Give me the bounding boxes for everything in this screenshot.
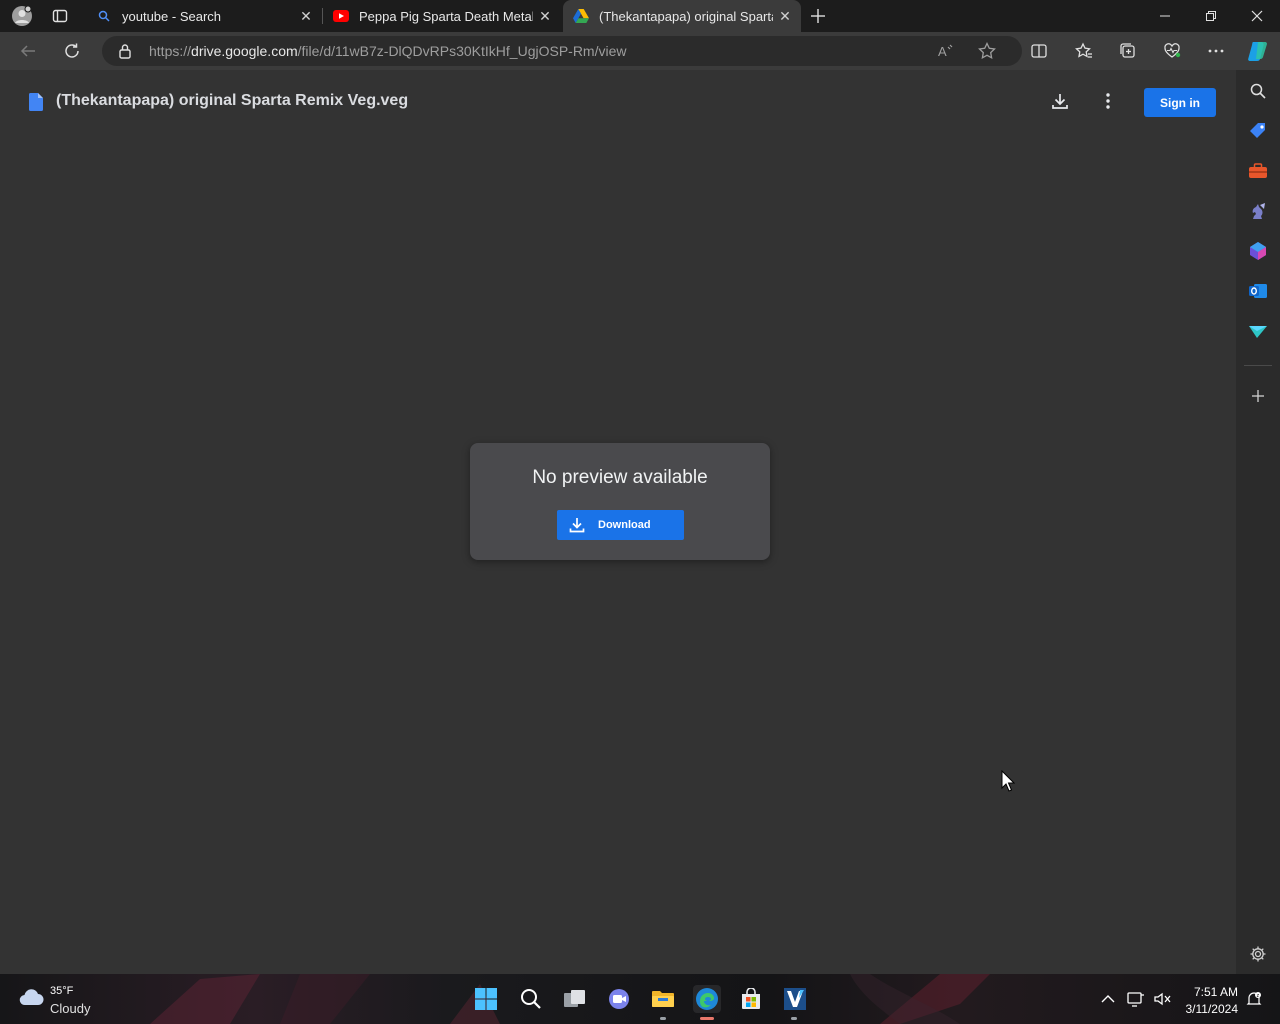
drive-viewer-page: (Thekantapapa) original Sparta Remix Veg… bbox=[0, 70, 1236, 974]
games-chess-icon[interactable] bbox=[1248, 201, 1268, 221]
youtube-icon bbox=[333, 8, 349, 24]
notification-bell-icon[interactable]: z bbox=[1244, 989, 1264, 1009]
url-scheme: https:// bbox=[149, 43, 192, 59]
no-preview-message: No preview available bbox=[532, 467, 708, 488]
running-indicator bbox=[791, 1017, 797, 1020]
mouse-cursor-icon bbox=[1001, 769, 1016, 797]
running-indicator bbox=[660, 1017, 666, 1020]
browser-toolbar: https://drive.google.com/file/d/11wB7z-D… bbox=[0, 32, 1280, 70]
windows-taskbar: 35°F Cloudy 7:51 AM 3/11/2024 z bbox=[0, 974, 1280, 1024]
tab-drive-file[interactable]: (Thekantapapa) original Sparta R ✕ bbox=[563, 0, 801, 32]
windows-start-icon[interactable] bbox=[472, 985, 500, 1013]
browser-title-bar: youtube - Search ✕ Peppa Pig Sparta Deat… bbox=[0, 0, 1280, 32]
file-explorer-icon[interactable] bbox=[649, 985, 677, 1013]
more-options-icon[interactable] bbox=[1202, 37, 1230, 65]
active-app-indicator bbox=[700, 1017, 714, 1020]
drop-send-icon[interactable] bbox=[1248, 321, 1268, 341]
download-icon bbox=[569, 517, 585, 533]
tab-title: Peppa Pig Sparta Death Metal Re bbox=[359, 8, 533, 24]
profile-avatar-icon[interactable] bbox=[10, 4, 34, 28]
weather-cloud-icon[interactable] bbox=[18, 988, 44, 1011]
url-host: drive.google.com bbox=[191, 43, 298, 59]
search-icon[interactable] bbox=[1248, 81, 1268, 101]
vegas-pro-icon[interactable] bbox=[781, 985, 809, 1013]
edge-sidebar bbox=[1236, 70, 1280, 974]
tab-actions-icon[interactable] bbox=[48, 4, 72, 28]
taskbar-search-icon[interactable] bbox=[517, 985, 545, 1013]
search-icon bbox=[96, 8, 112, 24]
volume-muted-icon[interactable] bbox=[1152, 989, 1172, 1009]
task-view-icon[interactable] bbox=[561, 985, 589, 1013]
close-tab-icon[interactable]: ✕ bbox=[533, 4, 557, 28]
more-actions-icon[interactable] bbox=[1096, 89, 1120, 113]
svg-text:A: A bbox=[938, 44, 947, 59]
sidebar-divider bbox=[1244, 365, 1272, 366]
no-preview-card: No preview available Download bbox=[470, 443, 770, 560]
read-aloud-icon[interactable]: A bbox=[937, 42, 955, 63]
outlook-icon[interactable] bbox=[1248, 281, 1268, 301]
copilot-icon[interactable] bbox=[1244, 37, 1272, 65]
url-path: /file/d/11wB7z-DlQDvRPs30KtIkHf_UgjOSP-R… bbox=[297, 43, 627, 59]
url-text[interactable]: https://drive.google.com/file/d/11wB7z-D… bbox=[149, 43, 627, 59]
microsoft-365-icon[interactable] bbox=[1248, 241, 1268, 261]
restore-window-icon[interactable] bbox=[1188, 0, 1234, 32]
tab-title: youtube - Search bbox=[122, 8, 222, 24]
show-hidden-icons-chevron-icon[interactable] bbox=[1098, 989, 1118, 1009]
file-icon bbox=[29, 93, 43, 116]
tab-peppa-pig[interactable]: Peppa Pig Sparta Death Metal Re ✕ bbox=[323, 0, 561, 32]
file-title: (Thekantapapa) original Sparta Remix Veg… bbox=[56, 92, 409, 109]
taskbar-clock-date[interactable]: 3/11/2024 bbox=[1180, 1002, 1239, 1016]
split-screen-icon[interactable] bbox=[1025, 37, 1053, 65]
download-button-label: Download bbox=[598, 519, 651, 531]
download-button[interactable]: Download bbox=[557, 510, 684, 540]
refresh-icon[interactable] bbox=[58, 37, 86, 65]
back-arrow-icon[interactable] bbox=[14, 37, 42, 65]
close-tab-icon[interactable]: ✕ bbox=[773, 4, 797, 28]
minimize-window-icon[interactable] bbox=[1142, 0, 1188, 32]
weather-condition[interactable]: Cloudy bbox=[50, 1001, 90, 1016]
favorites-icon[interactable] bbox=[1070, 37, 1098, 65]
add-sidebar-app-icon[interactable] bbox=[1248, 386, 1268, 406]
sign-in-button[interactable]: Sign in bbox=[1144, 88, 1216, 117]
teams-chat-icon[interactable] bbox=[605, 985, 633, 1013]
close-tab-icon[interactable]: ✕ bbox=[294, 4, 318, 28]
taskbar-clock-time[interactable]: 7:51 AM bbox=[1186, 985, 1238, 999]
download-icon[interactable] bbox=[1048, 89, 1072, 113]
tab-youtube-search[interactable]: youtube - Search ✕ bbox=[86, 0, 322, 32]
new-tab-icon[interactable] bbox=[806, 4, 830, 28]
shopping-tag-icon[interactable] bbox=[1248, 121, 1268, 141]
collections-icon[interactable] bbox=[1114, 37, 1142, 65]
favorite-star-icon[interactable] bbox=[978, 41, 996, 63]
address-bar[interactable]: https://drive.google.com/file/d/11wB7z-D… bbox=[102, 36, 1022, 66]
lock-icon[interactable] bbox=[118, 43, 132, 62]
wallpaper-accent bbox=[150, 974, 990, 1024]
browser-essentials-icon[interactable] bbox=[1158, 37, 1186, 65]
network-icon[interactable] bbox=[1126, 989, 1146, 1009]
google-drive-icon bbox=[573, 8, 589, 24]
microsoft-store-icon[interactable] bbox=[737, 985, 765, 1013]
close-window-icon[interactable] bbox=[1234, 0, 1280, 32]
tab-title: (Thekantapapa) original Sparta R bbox=[599, 8, 773, 24]
drive-file-header: (Thekantapapa) original Sparta Remix Veg… bbox=[0, 70, 1236, 134]
edge-browser-icon[interactable] bbox=[693, 985, 721, 1013]
sidebar-settings-gear-icon[interactable] bbox=[1248, 944, 1268, 964]
weather-temperature[interactable]: 35°F bbox=[50, 985, 73, 997]
tools-briefcase-icon[interactable] bbox=[1248, 161, 1268, 181]
